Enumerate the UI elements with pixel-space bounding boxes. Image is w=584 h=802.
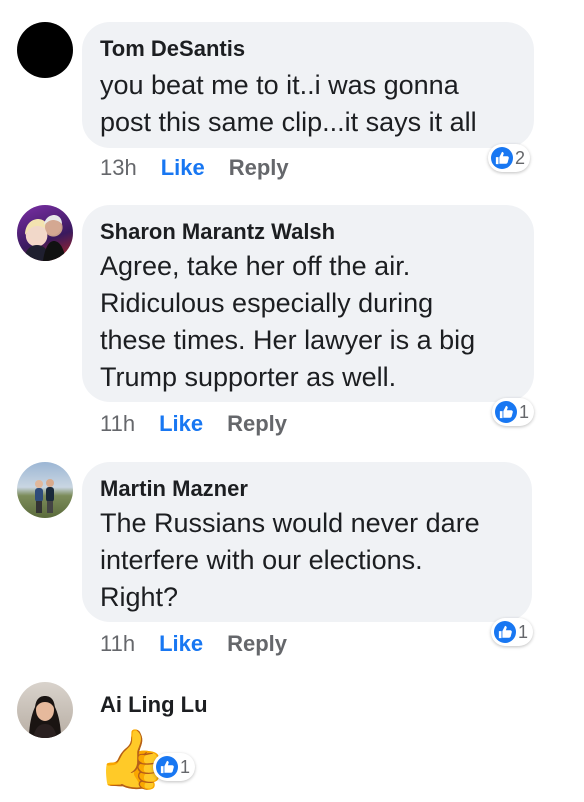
reply-button[interactable]: Reply (227, 630, 287, 658)
avatar[interactable] (17, 205, 73, 261)
reaction-count: 1 (180, 756, 191, 777)
reaction-count: 2 (515, 147, 526, 168)
comment-timestamp[interactable]: 11h (100, 630, 135, 658)
reply-button[interactable]: Reply (229, 154, 289, 182)
like-button[interactable]: Like (161, 154, 205, 182)
reaction-count: 1 (518, 621, 529, 642)
thumbs-up-icon (494, 621, 516, 643)
like-button[interactable]: Like (159, 630, 203, 658)
comment-author[interactable]: Tom DeSantis (100, 34, 516, 64)
reaction-count-badge[interactable]: 2 (488, 144, 531, 172)
comment-actions: 11h Like Reply (100, 630, 287, 658)
avatar[interactable] (17, 462, 73, 518)
comment-bubble: Sharon Marantz Walsh Agree, take her off… (82, 205, 534, 402)
reaction-count-badge[interactable]: 1 (491, 618, 534, 646)
comment-text: Agree, take her off the air. Ridiculous … (100, 251, 476, 392)
like-button[interactable]: Like (159, 410, 203, 438)
comment-bubble: Martin Mazner The Russians would never d… (82, 462, 532, 622)
comment-actions: 13h Like Reply (100, 154, 289, 182)
avatar[interactable] (17, 682, 73, 738)
comment-author[interactable]: Ai Ling Lu (100, 690, 208, 720)
avatar[interactable] (17, 22, 73, 78)
comment-text: The Russians would never dare interfere … (100, 508, 480, 612)
comment-timestamp[interactable]: 13h (100, 154, 137, 182)
comment-author[interactable]: Martin Mazner (100, 474, 514, 504)
thumbs-up-icon (495, 401, 517, 423)
comment-timestamp[interactable]: 11h (100, 410, 135, 438)
comment-text: you beat me to it..i was gonna post this… (100, 70, 477, 137)
thumbs-up-icon (491, 147, 513, 169)
comment-author[interactable]: Sharon Marantz Walsh (100, 217, 516, 247)
reaction-count-badge[interactable]: 1 (153, 753, 196, 781)
comment-bubble: Tom DeSantis you beat me to it..i was go… (82, 22, 534, 148)
reaction-count: 1 (519, 401, 530, 422)
comment-actions: 11h Like Reply (100, 410, 287, 438)
reaction-count-badge[interactable]: 1 (492, 398, 535, 426)
reply-button[interactable]: Reply (227, 410, 287, 438)
thumbs-up-icon (156, 756, 178, 778)
